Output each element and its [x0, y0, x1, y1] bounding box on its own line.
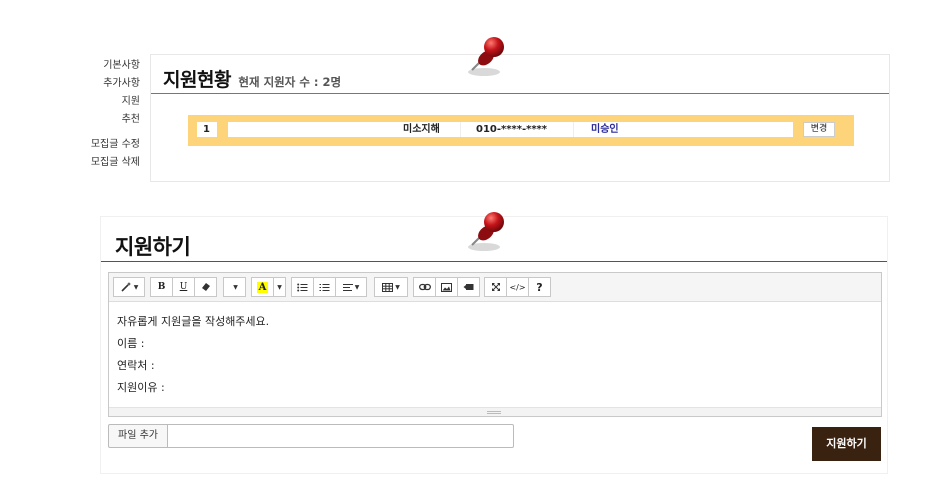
video-icon[interactable] [457, 277, 480, 297]
side-menu-delete-post[interactable]: 모집글 삭제 [60, 155, 140, 173]
toolbar-group-font: B U [150, 277, 217, 297]
help-button[interactable]: ? [528, 277, 551, 297]
applicant-name: 미소지해 [403, 124, 440, 135]
side-menu-gap [60, 130, 140, 137]
editor-content[interactable]: 자유롭게 지원글을 작성해주세요. 이름 : 연락처 : 지원이유 : [117, 311, 867, 399]
pushpin-icon [468, 212, 504, 251]
side-menu-recommend[interactable]: 추천 [60, 112, 140, 130]
side-menu-apply[interactable]: 지원 [60, 94, 140, 112]
fullscreen-icon[interactable] [484, 277, 507, 297]
column-divider [460, 122, 461, 137]
highlight-letter: A [256, 281, 269, 293]
editor-toolbar: ▼ B U ▼ A ▼ ▼ ▼ </> ? [109, 273, 881, 302]
editor-contact-label: 연락처 : [117, 359, 155, 372]
bold-button[interactable]: B [150, 277, 173, 297]
editor-intro-text: 자유롭게 지원글을 작성해주세요. [117, 315, 270, 328]
status-header: 지원현황 현재 지원자 수 : 2명 [163, 65, 342, 91]
color-dropdown[interactable]: ▼ [273, 277, 286, 297]
toolbar-group-fontname: ▼ [223, 277, 246, 297]
applicant-phone: 010-****-**** [476, 124, 548, 135]
editor-reason-label: 지원이유 : [117, 381, 165, 394]
font-dropdown[interactable]: ▼ [223, 277, 246, 297]
image-icon[interactable] [435, 277, 458, 297]
table-icon[interactable]: ▼ [374, 277, 408, 297]
align-icon[interactable]: ▼ [335, 277, 367, 297]
unordered-list-icon[interactable] [291, 277, 314, 297]
apply-divider [101, 261, 887, 262]
highlight-button[interactable]: A [251, 277, 274, 297]
toolbar-group-view: </> ? [484, 277, 551, 297]
toolbar-group-para: ▼ [291, 277, 367, 297]
editor-name-label: 이름 : [117, 337, 145, 350]
toolbar-group-table: ▼ [374, 277, 408, 297]
change-status-button[interactable]: 변경 [803, 122, 835, 137]
file-name-field[interactable] [168, 424, 514, 448]
application-status-panel: 지원현황 현재 지원자 수 : 2명 1 미소지해 010-****-**** … [150, 54, 890, 182]
underline-button[interactable]: U [172, 277, 195, 297]
eraser-icon[interactable] [194, 277, 217, 297]
code-view-icon[interactable]: </> [506, 277, 529, 297]
toolbar-group-insert [413, 277, 480, 297]
side-menu-basic[interactable]: 기본사항 [60, 58, 140, 76]
file-attach-row: 파일 추가 [108, 424, 514, 448]
applicant-row: 1 미소지해 010-****-**** 미승인 변경 [188, 115, 854, 146]
side-menu: 기본사항 추가사항 지원 추천 모집글 수정 모집글 삭제 [60, 58, 140, 173]
applicant-number: 1 [197, 122, 217, 137]
status-title: 지원현황 [163, 69, 231, 91]
editor-resize-bar[interactable] [109, 407, 881, 416]
toolbar-group-color: A ▼ [251, 277, 286, 297]
submit-application-button[interactable]: 지원하기 [812, 427, 881, 461]
status-divider [151, 93, 889, 94]
apply-title: 지원하기 [115, 235, 191, 259]
column-divider [573, 122, 574, 137]
magic-icon[interactable]: ▼ [113, 277, 145, 297]
link-icon[interactable] [413, 277, 436, 297]
rich-text-editor: ▼ B U ▼ A ▼ ▼ ▼ </> ? 자유롭게 지원글을 작성해주세요. … [108, 272, 882, 417]
ordered-list-icon[interactable] [313, 277, 336, 297]
applicant-status: 미승인 [591, 124, 619, 135]
applicant-info: 미소지해 010-****-**** 미승인 [228, 122, 793, 137]
toolbar-group-style: ▼ [113, 277, 145, 297]
side-menu-edit-post[interactable]: 모집글 수정 [60, 137, 140, 155]
resize-grip-icon[interactable] [487, 411, 501, 414]
applicant-count: 현재 지원자 수 : 2명 [238, 75, 342, 89]
add-file-button[interactable]: 파일 추가 [108, 424, 168, 448]
side-menu-additional[interactable]: 추가사항 [60, 76, 140, 94]
pushpin-icon [468, 37, 504, 76]
